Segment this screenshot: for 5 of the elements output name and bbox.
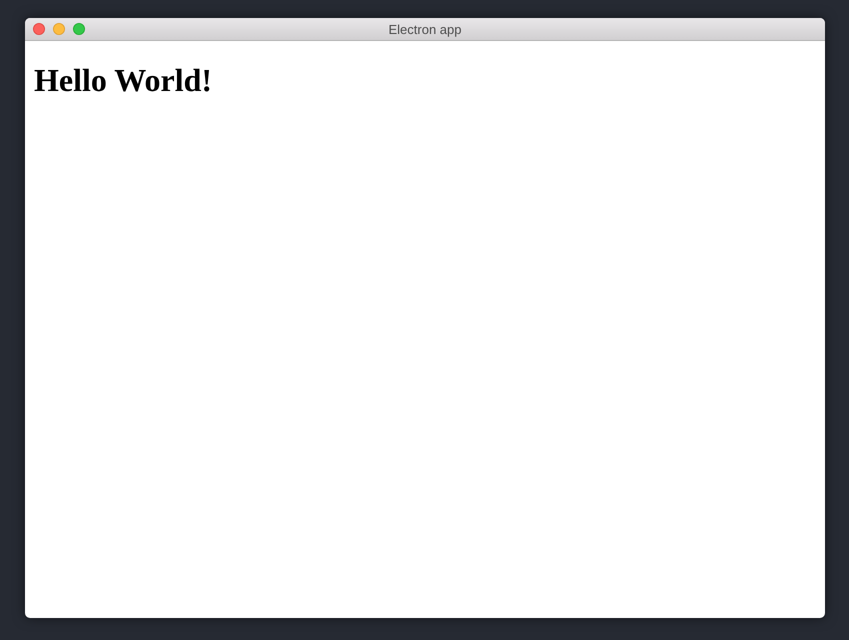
window-title: Electron app xyxy=(388,22,462,36)
page-heading: Hello World! xyxy=(34,62,214,99)
close-icon[interactable] xyxy=(33,23,45,35)
zoom-icon[interactable] xyxy=(73,23,85,35)
minimize-icon[interactable] xyxy=(53,23,65,35)
